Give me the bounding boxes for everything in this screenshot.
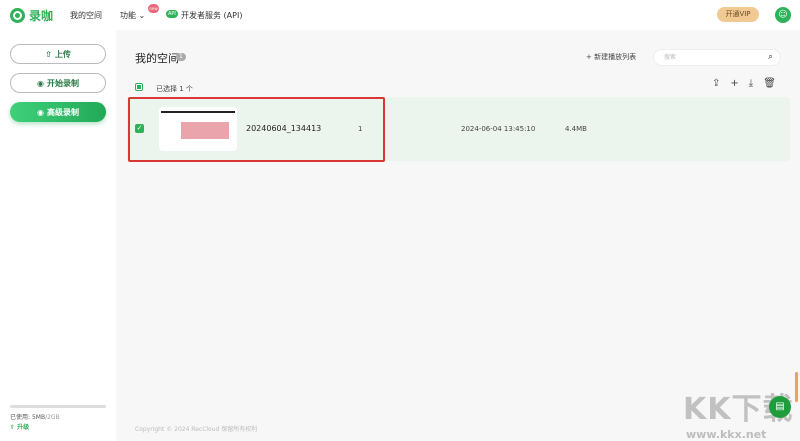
record-icon: ◉ xyxy=(37,107,44,117)
download-icon[interactable]: ⤓ xyxy=(749,78,753,89)
select-all-checkbox[interactable] xyxy=(135,83,143,91)
scrollbar[interactable] xyxy=(795,372,798,402)
watermark-url: www.kkx.net xyxy=(686,428,767,441)
nav-api[interactable]: 开发者服务 (API) xyxy=(181,10,242,21)
highlight-box xyxy=(128,97,385,162)
upload-label: 上传 xyxy=(54,49,71,59)
plus-icon: + xyxy=(586,53,592,61)
toolbar: ⇪ + ⤓ 🗑 xyxy=(712,78,776,89)
usage-used: 5MB xyxy=(31,414,46,421)
usage-text: 已使用: 5MB/2GB xyxy=(10,412,60,421)
start-record-button[interactable]: ◉ 开始录制 xyxy=(10,73,106,93)
new-playlist-label: 新建播放列表 xyxy=(594,53,637,61)
usage-label: 已使用: xyxy=(10,414,31,421)
upgrade-link[interactable]: ⇧ 升级 xyxy=(10,422,29,431)
share-icon[interactable]: ⇪ xyxy=(712,78,720,89)
upgrade-label: 升级 xyxy=(17,424,30,431)
advanced-record-button[interactable]: ◉ 高级录制 xyxy=(10,102,106,122)
file-size: 4.4MB xyxy=(565,125,587,133)
user-icon[interactable]: ☺ xyxy=(775,7,791,23)
nav-my-space[interactable]: 我的空间 xyxy=(70,10,102,21)
upgrade-icon: ⇧ xyxy=(10,424,16,431)
delete-icon[interactable]: 🗑 xyxy=(763,78,776,89)
copyright: Copyright © 2024 RecCloud 保留所有权利 xyxy=(135,426,258,433)
advanced-record-label: 高级录制 xyxy=(46,107,79,117)
new-badge: new xyxy=(148,4,159,13)
top-bar: 录咖 我的空间 功能 ⌄ new API 开发者服务 (API) 开通VIP ☺ xyxy=(0,0,800,30)
count-badge: 1 xyxy=(176,53,186,61)
nav-features[interactable]: 功能 ⌄ xyxy=(120,10,145,21)
new-playlist-button[interactable]: + 新建播放列表 xyxy=(586,52,636,62)
upload-icon: ⇧ xyxy=(45,49,52,59)
usage-total: /2GB xyxy=(45,414,60,421)
nav-features-label: 功能 xyxy=(120,11,136,20)
logo[interactable]: 录咖 xyxy=(10,7,53,24)
file-date: 2024-06-04 13:45:10 xyxy=(461,125,536,133)
chevron-down-icon: ⌄ xyxy=(138,11,146,20)
page-title: 我的空间 xyxy=(135,52,179,65)
record-icon: ◉ xyxy=(37,78,44,88)
api-badge: API xyxy=(166,10,178,18)
upload-button[interactable]: ⇧ 上传 xyxy=(10,44,106,64)
main-content: 我的空间 1 + 新建播放列表 搜索 ⌕ 已选择 1 个 ⇪ + ⤓ 🗑 ✓ 2024… xyxy=(116,30,800,441)
search-input[interactable]: 搜索 xyxy=(653,49,781,66)
logo-icon xyxy=(10,7,25,23)
start-record-label: 开始录制 xyxy=(46,78,79,88)
search-icon[interactable]: ⌕ xyxy=(768,52,773,62)
usage-bar xyxy=(10,405,106,408)
add-icon[interactable]: + xyxy=(730,78,738,89)
chat-icon[interactable]: ▤ xyxy=(769,396,791,418)
vip-button[interactable]: 开通VIP xyxy=(717,7,759,22)
sidebar: ⇧ 上传 ◉ 开始录制 ◉ 高级录制 已使用: 5MB/2GB ⇧ 升级 xyxy=(0,30,116,441)
selected-count: 已选择 1 个 xyxy=(156,85,193,93)
